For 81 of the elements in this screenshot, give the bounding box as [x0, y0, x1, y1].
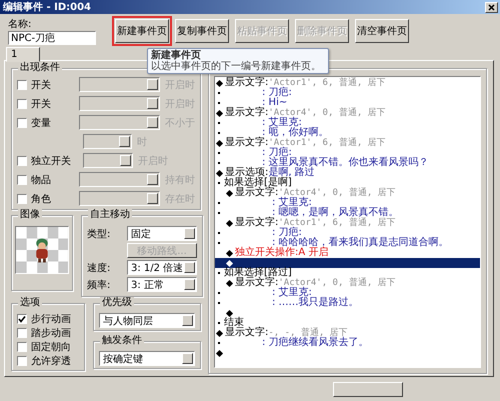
- condition-label: 变量: [31, 116, 52, 130]
- group-title: 优先级: [102, 297, 132, 308]
- dropdown[interactable]: 固定: [127, 226, 197, 242]
- checkbox[interactable]: [17, 356, 27, 366]
- condition-label: 开关: [31, 98, 52, 111]
- message-text: : 艾里克:: [262, 118, 302, 128]
- checkbox[interactable]: [17, 156, 27, 166]
- message-text: : 嗯嗯，是啊，风景真不错。: [272, 208, 399, 218]
- field-label: 速度:: [87, 262, 112, 275]
- command-params: 是啊, 路过: [268, 168, 315, 178]
- bullet-icon: [216, 350, 224, 357]
- field-label: 频率:: [87, 278, 112, 292]
- command-text: 显示文字:: [235, 218, 278, 228]
- bullet-icon: [226, 250, 234, 257]
- command-text: 显示文字:: [225, 328, 268, 338]
- dropdown[interactable]: 按确定键: [99, 351, 195, 366]
- page-button[interactable]: 复制事件页: [175, 19, 229, 43]
- message-text: : 刀疤:: [272, 228, 302, 238]
- group-title: 触发条件: [102, 335, 142, 346]
- option-label: 允许穿透: [31, 354, 71, 368]
- condition-label: 角色: [31, 192, 52, 206]
- condition-label: 开关: [31, 78, 52, 92]
- condition-label: 物品: [31, 174, 52, 187]
- command-text: 显示文字:: [225, 138, 268, 148]
- close-icon: [488, 4, 495, 10]
- dropdown[interactable]: 与人物同层: [99, 313, 195, 328]
- message-text: : 艾里克:: [272, 198, 312, 208]
- message-text: : 呃，你好啊。: [262, 128, 329, 138]
- bullet-icon: [216, 110, 224, 117]
- name-field[interactable]: NPC-刀疤: [8, 31, 96, 45]
- message-text: : Hi~: [262, 98, 288, 108]
- bullet-icon: [226, 280, 234, 287]
- spin-field[interactable]: [83, 134, 132, 150]
- checkbox[interactable]: [17, 98, 27, 109]
- group-title: 自主移动: [90, 209, 130, 220]
- bullet-icon: [216, 330, 224, 337]
- dropdown[interactable]: [83, 153, 133, 168]
- option-label: 固定朝向: [31, 340, 71, 354]
- checkbox[interactable]: [17, 80, 27, 90]
- checkbox[interactable]: [17, 314, 27, 324]
- command-text: 显示文字:: [235, 278, 278, 288]
- option-label: 踏步动画: [31, 326, 71, 340]
- group-title: 选项: [20, 297, 40, 308]
- dropdown[interactable]: 3: 1/2 倍速: [127, 260, 197, 276]
- group-title: 图像: [20, 209, 40, 220]
- option-label: 步行动画: [31, 312, 71, 326]
- page-button[interactable]: 清空事件页: [355, 19, 409, 43]
- bullet-icon: [226, 310, 234, 317]
- field-label: 类型:: [87, 228, 112, 241]
- bullet-icon: [216, 80, 224, 87]
- dialog-button[interactable]: [333, 382, 403, 397]
- command-text: 显示文字:: [225, 108, 268, 118]
- bullet-icon: [216, 170, 224, 177]
- checkbox[interactable]: [17, 328, 27, 338]
- command-text: 显示文字:: [235, 188, 278, 198]
- message-text: : ……我只是路过。: [272, 298, 359, 308]
- tooltip-text: 以选中事件页的下一编号新建事件页。: [151, 61, 321, 73]
- condition-label: 独立开关: [31, 154, 72, 168]
- event-list[interactable]: [214, 76, 481, 368]
- message-text: : 刀疤继续看风景去了。: [262, 338, 369, 348]
- tooltip-title: 新建事件页: [151, 50, 202, 61]
- close-button[interactable]: [485, 2, 498, 12]
- checkbox[interactable]: [17, 342, 27, 352]
- checkbox[interactable]: [17, 194, 27, 204]
- bullet-icon: [226, 220, 234, 227]
- name-label: 名称:: [8, 18, 32, 31]
- page-button[interactable]: 新建事件页: [115, 19, 169, 43]
- group-title: 出现条件: [20, 62, 60, 74]
- window-title: 编辑事件 - ID:004: [3, 0, 92, 14]
- bullet-icon: [226, 260, 234, 267]
- selected-row[interactable]: [215, 258, 480, 268]
- bullet-icon: [226, 190, 234, 197]
- message-text: : 刀疤:: [262, 88, 292, 98]
- command-params: A 开启: [298, 248, 328, 258]
- dropdown[interactable]: 3: 正常: [127, 277, 197, 292]
- bullet-icon: [216, 140, 224, 147]
- branch-label: 结束: [224, 318, 244, 328]
- command-text: 独立开关操作:: [235, 248, 298, 258]
- checkbox[interactable]: [17, 118, 27, 128]
- page-tab[interactable]: 1: [6, 47, 40, 62]
- checkbox[interactable]: [17, 174, 27, 185]
